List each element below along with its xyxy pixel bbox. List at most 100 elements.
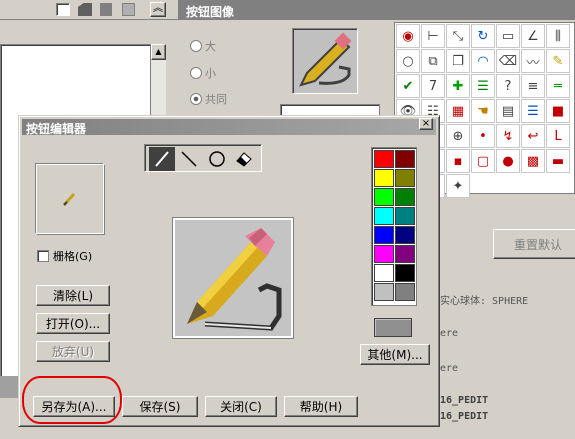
save-button[interactable]: 保存(S) [122,396,198,417]
arc-icon[interactable]: ◠ [471,49,495,73]
color-swatch[interactable] [374,150,394,168]
mirror-icon[interactable]: ⧉ [421,49,445,73]
undo-button[interactable]: 放弃(U) [36,341,110,362]
color-swatch[interactable] [395,188,415,206]
color-swatch[interactable] [374,226,394,244]
red-frame-icon[interactable]: ▢ [471,149,495,173]
collapse-icon[interactable]: ︽ [150,2,166,17]
radio-icon [190,67,202,79]
edit-canvas[interactable] [172,217,294,339]
open-button[interactable]: 打开(O)... [36,313,110,334]
pan-icon[interactable]: ☚ [471,99,495,123]
color-swatch[interactable] [395,283,415,301]
grid-checkbox[interactable]: 栅格(G) [37,248,92,264]
color-swatch[interactable] [374,245,394,263]
radio-selected-icon [190,93,202,105]
target-icon[interactable]: ◉ [396,24,420,48]
color-swatch[interactable] [374,207,394,225]
size-label: 小 [205,67,216,80]
block-icon[interactable]: ▦ [446,99,470,123]
code-line: 16_PEDIT [440,411,489,422]
rotate-icon[interactable]: ↻ [471,24,495,48]
scroll-up-icon[interactable]: ▲ [151,44,166,60]
dash-icon[interactable]: ▬ [546,149,570,173]
size-option-small[interactable]: 小 [190,65,250,81]
tri-bars-icon[interactable]: ⫼ [546,24,570,48]
zigzag-icon[interactable]: ↯ [496,124,520,148]
size-label: 大 [205,40,216,53]
dialog-title: 按钮编辑器 [22,119,436,136]
checkbox-box[interactable] [37,250,49,262]
annotation-highlight [22,376,122,424]
circle-icon[interactable]: ○ [396,49,420,73]
color-swatch[interactable] [374,264,394,282]
code-line: ere [440,363,459,374]
current-color-swatch [374,318,412,337]
color-swatch[interactable] [374,283,394,301]
list-icon[interactable]: ☰ [471,74,495,98]
color-swatch[interactable] [395,207,415,225]
mini-red-icon[interactable]: ▪ [446,149,470,173]
red-dot-icon[interactable]: ● [496,149,520,173]
help-icon[interactable]: ? [496,74,520,98]
dot-icon[interactable]: • [471,124,495,148]
file-icon[interactable] [100,3,112,16]
angle-icon[interactable]: ∠ [521,24,545,48]
bg-button-preview [292,28,358,94]
calc-icon[interactable]: ▤ [496,99,520,123]
radio-icon [190,40,202,52]
rect-icon[interactable]: ▭ [496,24,520,48]
small-preview [36,164,104,234]
dropdown-icon[interactable] [56,3,70,16]
color-swatch[interactable] [395,226,415,244]
code-line: 16_PEDIT [440,395,489,406]
folder-icon[interactable] [78,3,92,16]
size-option-common[interactable]: 共同 [190,91,250,107]
list-icon[interactable] [122,3,135,16]
pencil-tool-icon[interactable] [149,147,175,171]
edit-icon[interactable]: ✎ [546,49,570,73]
size-option-large[interactable]: 大 [190,38,250,54]
code-line: 实心球体: SPHERE [440,296,529,307]
lines-icon[interactable]: ≡ [521,74,545,98]
reset-default-button[interactable]: 重置默认 [493,229,575,259]
clear-button[interactable]: 清除(L) [36,285,110,306]
bg-window-title: 按钮图像 [178,0,575,20]
hatch-icon[interactable]: ▩ [521,149,545,173]
zoom-icon[interactable]: ⊕ [446,124,470,148]
tool-group [144,144,262,172]
plus-icon[interactable]: ✚ [446,74,470,98]
other-colors-button[interactable]: 其他(M)... [360,344,430,365]
dimension-icon[interactable]: ⊢ [421,24,445,48]
close-icon[interactable]: × [419,118,433,130]
pencil-small-icon [62,192,76,207]
wave-icon[interactable]: 〰 [521,49,545,73]
help-button[interactable]: 帮助(H) [284,396,358,417]
eraser-tool-icon[interactable] [232,147,258,171]
h-bars-icon[interactable]: ═ [546,74,570,98]
glyph-icon[interactable]: ✦ [446,174,470,198]
color-swatch[interactable] [395,169,415,187]
code-line: ere [440,328,459,339]
color-palette[interactable] [371,147,417,306]
copy-icon[interactable]: ❐ [446,49,470,73]
pencil-preview-icon [299,32,352,87]
check-icon[interactable]: ✔ [396,74,420,98]
left-toolbar: ︽ [0,0,178,20]
line-tool-icon[interactable] [177,147,203,171]
list-bars-icon[interactable]: ☰ [521,99,545,123]
circle-tool-icon[interactable] [204,147,230,171]
red-square-icon[interactable]: ■ [546,99,570,123]
color-swatch[interactable] [395,150,415,168]
L-icon[interactable]: L [546,124,570,148]
diagonal-icon[interactable]: ⤡ [446,24,470,48]
hook-icon[interactable]: ↩ [521,124,545,148]
eraser-icon[interactable]: ⌫ [496,49,520,73]
seven-icon[interactable]: 7 [421,74,445,98]
color-swatch[interactable] [395,245,415,263]
close-button[interactable]: 关闭(C) [205,396,277,417]
color-swatch[interactable] [395,264,415,282]
color-swatch[interactable] [374,169,394,187]
grid-label: 栅格(G) [53,250,93,263]
color-swatch[interactable] [374,188,394,206]
